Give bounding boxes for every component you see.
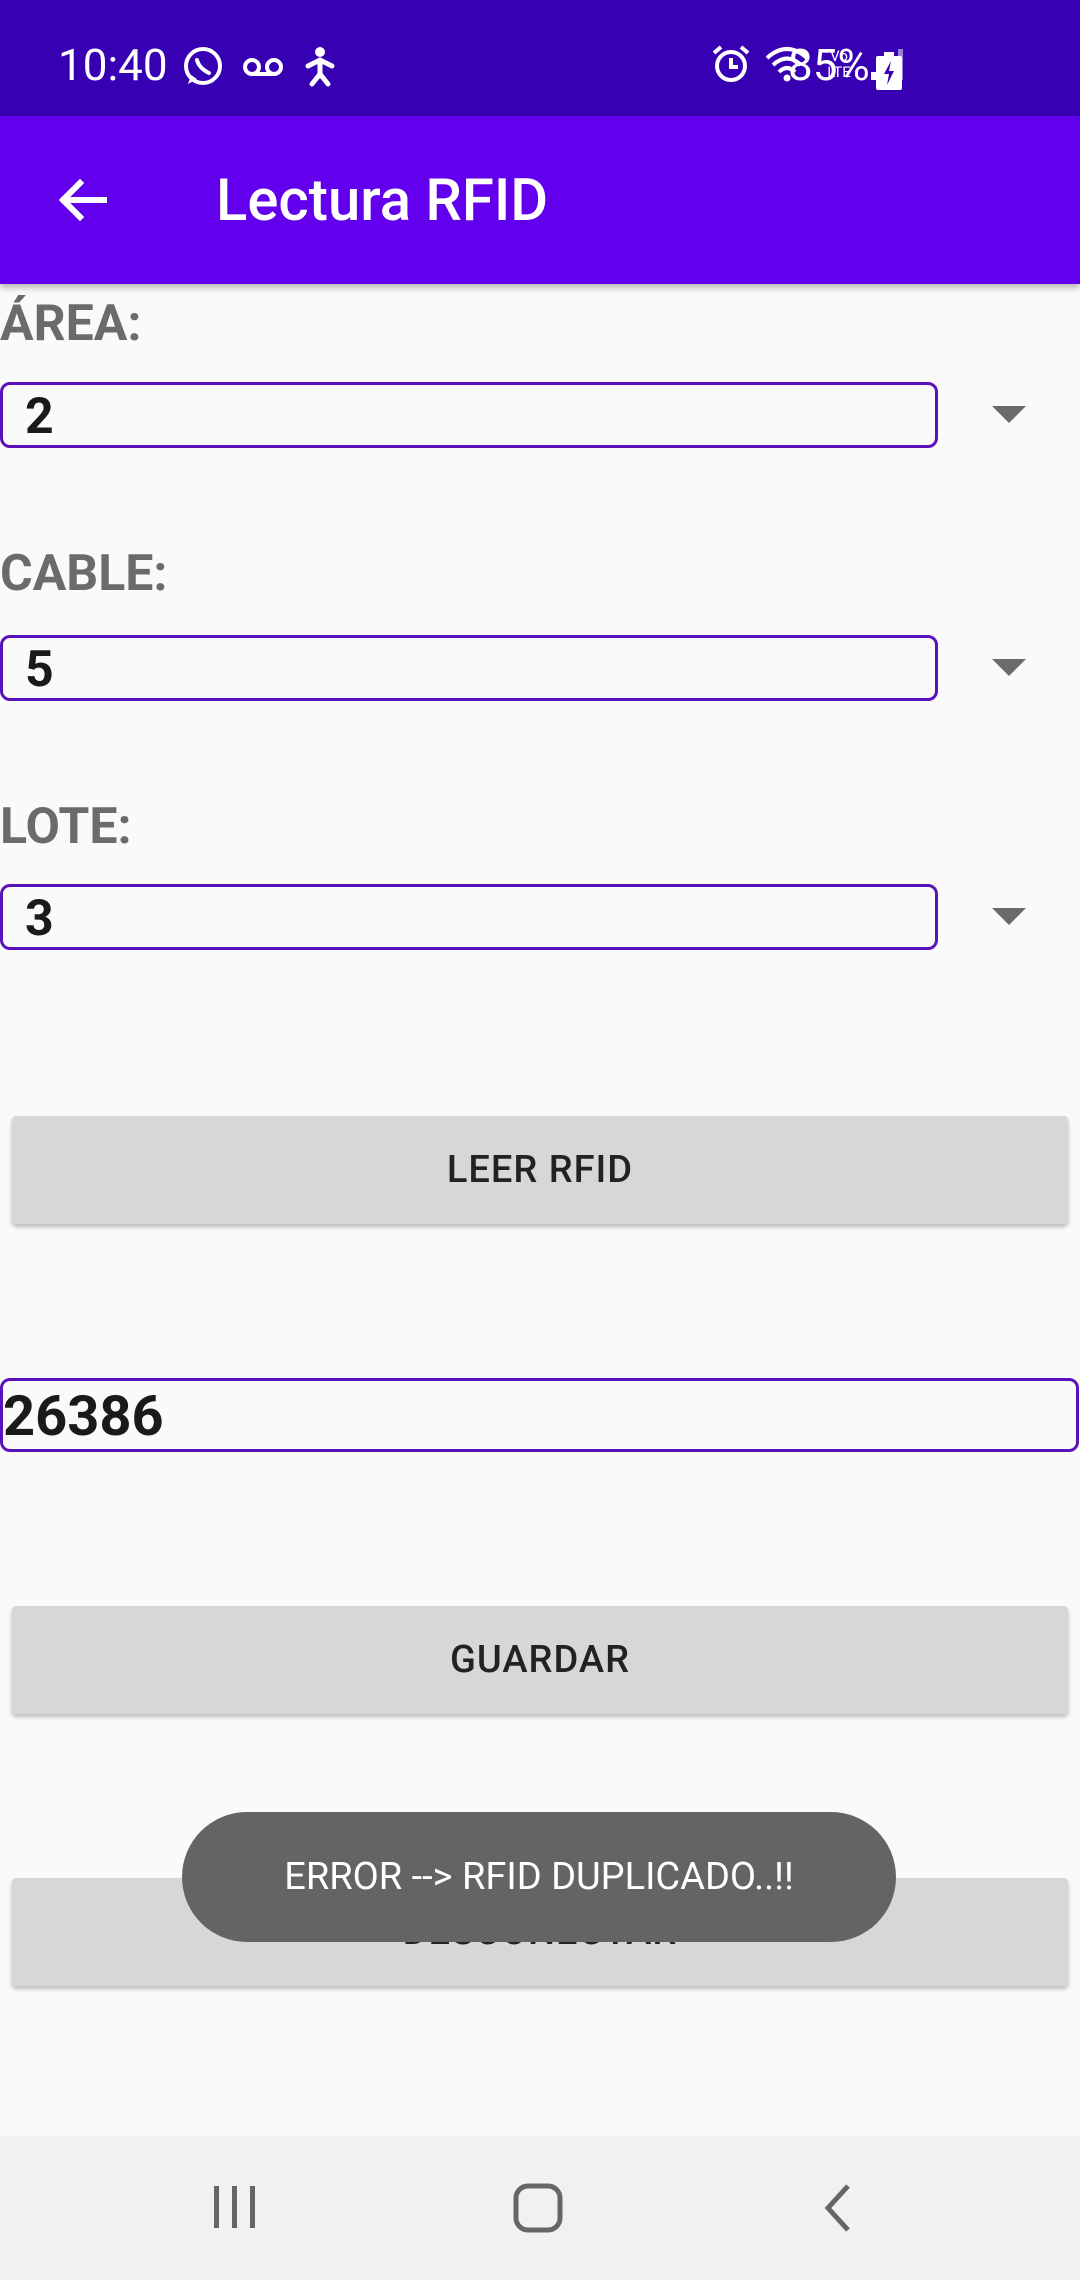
battery-percent: 85% [788, 39, 870, 91]
toast-message: ERROR --> RFID DUPLICADO..!! [284, 1855, 794, 1899]
lote-label: LOTE: [0, 798, 132, 856]
back-nav-icon[interactable] [820, 2180, 856, 2236]
lote-spinner-value: 3 [25, 890, 54, 948]
area-spinner-value: 2 [25, 388, 54, 446]
cable-spinner-value: 5 [25, 641, 54, 699]
lote-spinner[interactable]: 3 [0, 884, 938, 950]
area-label: ÁREA: [0, 295, 142, 353]
battery-charging-icon [876, 52, 902, 90]
cable-dropdown-icon[interactable] [992, 659, 1026, 679]
cable-spinner[interactable]: 5 [0, 635, 938, 701]
lote-dropdown-icon[interactable] [992, 908, 1026, 928]
status-time: 10:40 [58, 39, 168, 91]
app-bar: Lectura RFID [0, 116, 1080, 284]
rfid-field-value: 26386 [3, 1383, 164, 1449]
save-button[interactable]: GUARDAR [12, 1606, 1068, 1714]
accessibility-icon [305, 47, 335, 87]
navigation-bar [0, 2136, 1080, 2280]
status-bar: 10:40 Vo LTE 85% [0, 0, 1080, 116]
whatsapp-icon [184, 47, 222, 85]
voicemail-icon [243, 58, 283, 76]
rfid-field[interactable]: 26386 [0, 1378, 1079, 1452]
read-rfid-button[interactable]: LEER RFID [12, 1116, 1068, 1224]
error-toast: ERROR --> RFID DUPLICADO..!! [182, 1812, 896, 1942]
page-title: Lectura RFID [216, 167, 549, 235]
status-icons-left [182, 46, 338, 88]
recent-apps-icon[interactable] [212, 2180, 258, 2236]
arrow-back-icon[interactable] [56, 174, 108, 226]
alarm-icon [712, 45, 750, 82]
area-dropdown-icon[interactable] [992, 406, 1026, 426]
area-spinner[interactable]: 2 [0, 382, 938, 448]
home-icon[interactable] [512, 2180, 564, 2236]
cable-label: CABLE: [0, 545, 168, 603]
